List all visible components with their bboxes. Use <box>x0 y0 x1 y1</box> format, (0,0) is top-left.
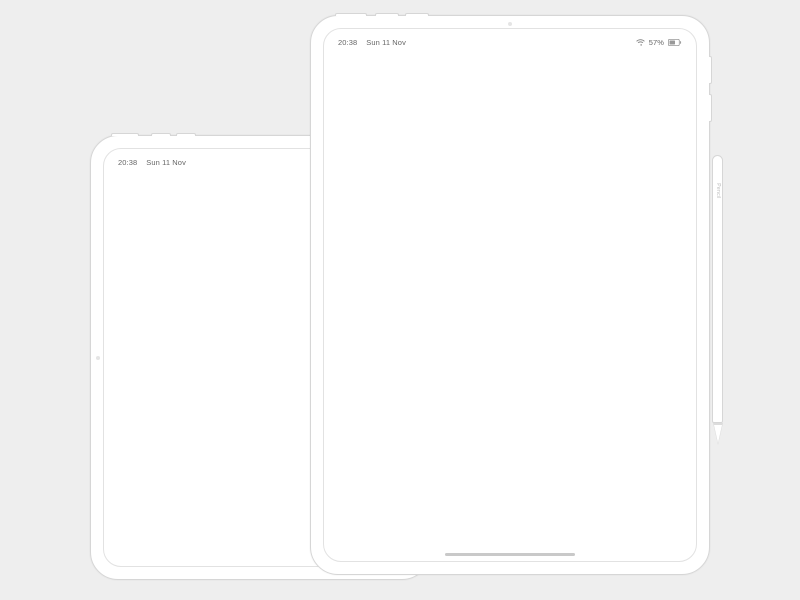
magnetic-connector-dot <box>96 356 100 360</box>
volume-up-button <box>375 13 399 16</box>
wifi-icon <box>636 39 645 46</box>
pencil-label: Pencil <box>715 183 721 198</box>
status-date: Sun 11 Nov <box>146 158 186 167</box>
side-button-2 <box>709 94 712 122</box>
status-bar: 20:38 Sun 11 Nov 57% <box>338 35 682 49</box>
volume-up-button <box>151 133 171 136</box>
pencil-body: Pencil <box>712 155 723 423</box>
pencil-tip-inner <box>714 425 722 443</box>
power-button <box>111 133 139 136</box>
volume-down-button <box>405 13 429 16</box>
status-right: 57% <box>636 38 682 47</box>
side-button-1 <box>709 56 712 84</box>
battery-icon <box>668 39 682 46</box>
battery-percentage: 57% <box>649 38 664 47</box>
status-left: 20:38 Sun 11 Nov <box>118 158 186 167</box>
status-time: 20:38 <box>338 38 357 47</box>
status-date: Sun 11 Nov <box>366 38 406 47</box>
status-time: 20:38 <box>118 158 137 167</box>
tablet-screen-large: 20:38 Sun 11 Nov 57% <box>323 28 697 562</box>
volume-down-button <box>176 133 196 136</box>
power-button <box>335 13 367 16</box>
home-indicator <box>445 553 575 556</box>
tablet-device-large: 20:38 Sun 11 Nov 57% <box>310 15 710 575</box>
status-left: 20:38 Sun 11 Nov <box>338 38 406 47</box>
front-camera <box>508 22 512 26</box>
stylus-pencil: Pencil <box>712 155 723 445</box>
